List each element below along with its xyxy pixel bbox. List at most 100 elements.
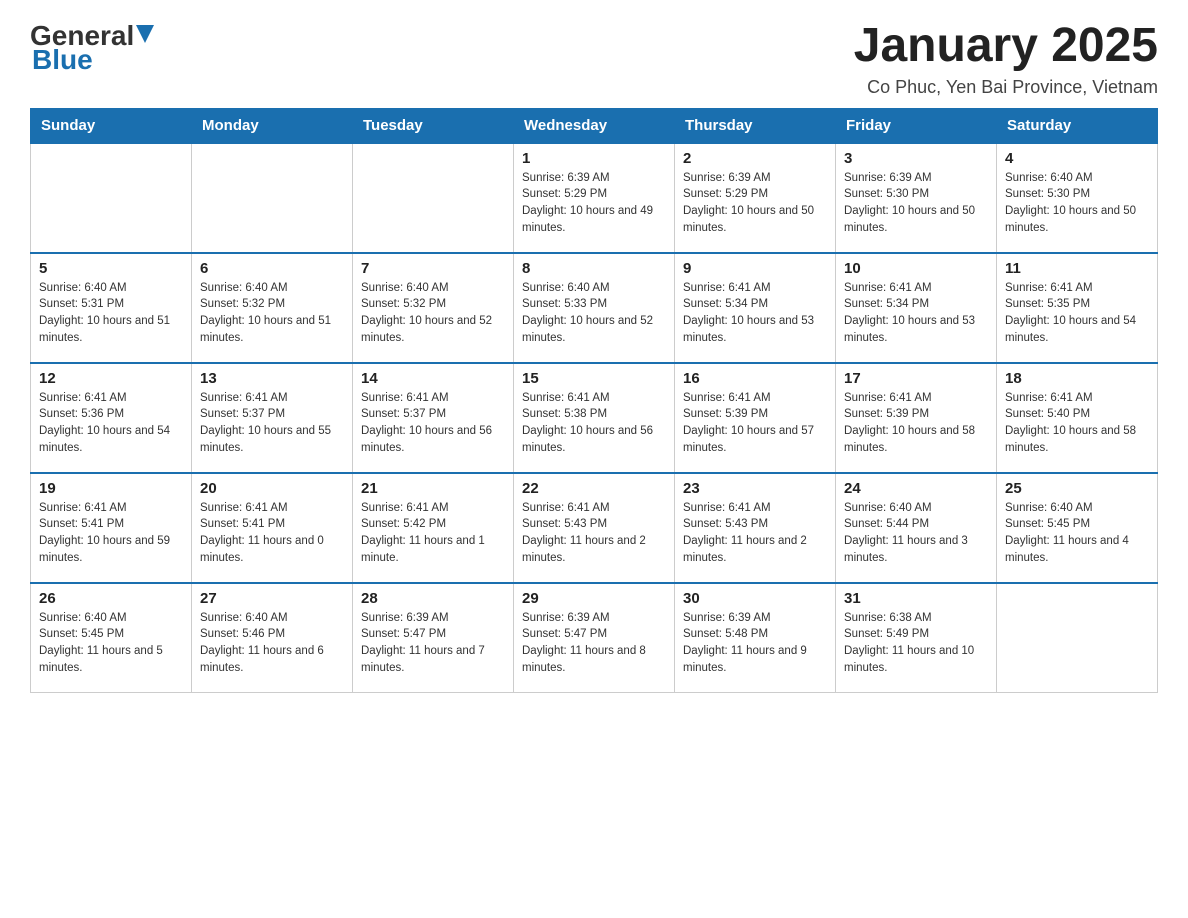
logo-triangle-icon [136,25,154,47]
calendar-cell: 11 Sunrise: 6:41 AM Sunset: 5:35 PM Dayli… [997,253,1158,363]
calendar-cell [31,143,192,253]
day-number: 18 [1005,370,1149,387]
calendar-cell: 6 Sunrise: 6:40 AM Sunset: 5:32 PM Daylig… [192,253,353,363]
day-info: Sunrise: 6:40 AM Sunset: 5:45 PM Dayligh… [1005,500,1149,567]
day-number: 21 [361,480,505,497]
day-info: Sunrise: 6:39 AM Sunset: 5:47 PM Dayligh… [522,610,666,677]
day-number: 13 [200,370,344,387]
day-number: 20 [200,480,344,497]
day-number: 6 [200,260,344,277]
day-info: Sunrise: 6:40 AM Sunset: 5:46 PM Dayligh… [200,610,344,677]
day-number: 11 [1005,260,1149,277]
day-number: 16 [683,370,827,387]
day-info: Sunrise: 6:41 AM Sunset: 5:34 PM Dayligh… [844,280,988,347]
day-number: 12 [39,370,183,387]
day-number: 27 [200,590,344,607]
day-number: 2 [683,150,827,167]
calendar-day-header: Tuesday [353,108,514,143]
calendar-cell: 16 Sunrise: 6:41 AM Sunset: 5:39 PM Dayli… [675,363,836,473]
day-number: 1 [522,150,666,167]
day-info: Sunrise: 6:39 AM Sunset: 5:29 PM Dayligh… [683,170,827,237]
calendar-cell: 18 Sunrise: 6:41 AM Sunset: 5:40 PM Dayli… [997,363,1158,473]
day-info: Sunrise: 6:39 AM Sunset: 5:30 PM Dayligh… [844,170,988,237]
day-info: Sunrise: 6:40 AM Sunset: 5:31 PM Dayligh… [39,280,183,347]
day-info: Sunrise: 6:41 AM Sunset: 5:43 PM Dayligh… [522,500,666,567]
day-info: Sunrise: 6:41 AM Sunset: 5:37 PM Dayligh… [200,390,344,457]
day-info: Sunrise: 6:41 AM Sunset: 5:34 PM Dayligh… [683,280,827,347]
calendar-cell: 20 Sunrise: 6:41 AM Sunset: 5:41 PM Dayli… [192,473,353,583]
day-info: Sunrise: 6:40 AM Sunset: 5:44 PM Dayligh… [844,500,988,567]
page-header: General Blue January 2025 Co Phuc, Yen B… [30,20,1158,98]
calendar-cell: 10 Sunrise: 6:41 AM Sunset: 5:34 PM Dayli… [836,253,997,363]
calendar-week-row: 26 Sunrise: 6:40 AM Sunset: 5:45 PM Dayli… [31,583,1158,693]
day-number: 15 [522,370,666,387]
month-title: January 2025 [854,20,1158,73]
location-text: Co Phuc, Yen Bai Province, Vietnam [854,77,1158,98]
day-info: Sunrise: 6:41 AM Sunset: 5:37 PM Dayligh… [361,390,505,457]
calendar-cell: 28 Sunrise: 6:39 AM Sunset: 5:47 PM Dayli… [353,583,514,693]
calendar-week-row: 12 Sunrise: 6:41 AM Sunset: 5:36 PM Dayli… [31,363,1158,473]
calendar-cell: 13 Sunrise: 6:41 AM Sunset: 5:37 PM Dayli… [192,363,353,473]
day-info: Sunrise: 6:41 AM Sunset: 5:42 PM Dayligh… [361,500,505,567]
day-number: 25 [1005,480,1149,497]
day-info: Sunrise: 6:40 AM Sunset: 5:45 PM Dayligh… [39,610,183,677]
day-info: Sunrise: 6:40 AM Sunset: 5:30 PM Dayligh… [1005,170,1149,237]
calendar-day-header: Friday [836,108,997,143]
calendar-cell: 1 Sunrise: 6:39 AM Sunset: 5:29 PM Daylig… [514,143,675,253]
day-number: 31 [844,590,988,607]
calendar-cell [192,143,353,253]
calendar-day-header: Sunday [31,108,192,143]
day-number: 22 [522,480,666,497]
calendar-cell: 8Sunrise: 6:40 AM Sunset: 5:33 PM Daylig… [514,253,675,363]
calendar-cell: 21 Sunrise: 6:41 AM Sunset: 5:42 PM Dayli… [353,473,514,583]
day-info: Sunrise: 6:41 AM Sunset: 5:39 PM Dayligh… [683,390,827,457]
day-info: Sunrise: 6:41 AM Sunset: 5:41 PM Dayligh… [200,500,344,567]
title-area: January 2025 Co Phuc, Yen Bai Province, … [854,20,1158,98]
day-info: Sunrise: 6:40 AM Sunset: 5:33 PM Dayligh… [522,280,666,347]
calendar-cell: 29Sunrise: 6:39 AM Sunset: 5:47 PM Dayli… [514,583,675,693]
calendar-cell: 4 Sunrise: 6:40 AM Sunset: 5:30 PM Daylig… [997,143,1158,253]
day-number: 30 [683,590,827,607]
day-number: 7 [361,260,505,277]
calendar-cell [353,143,514,253]
calendar-cell: 30 Sunrise: 6:39 AM Sunset: 5:48 PM Dayli… [675,583,836,693]
day-info: Sunrise: 6:40 AM Sunset: 5:32 PM Dayligh… [361,280,505,347]
calendar-cell: 27 Sunrise: 6:40 AM Sunset: 5:46 PM Dayli… [192,583,353,693]
calendar-week-row: 1 Sunrise: 6:39 AM Sunset: 5:29 PM Daylig… [31,143,1158,253]
day-number: 23 [683,480,827,497]
day-info: Sunrise: 6:41 AM Sunset: 5:43 PM Dayligh… [683,500,827,567]
calendar-day-header: Thursday [675,108,836,143]
calendar-cell: 26 Sunrise: 6:40 AM Sunset: 5:45 PM Dayli… [31,583,192,693]
calendar-cell: 7 Sunrise: 6:40 AM Sunset: 5:32 PM Daylig… [353,253,514,363]
day-number: 26 [39,590,183,607]
calendar-day-header: Monday [192,108,353,143]
day-number: 14 [361,370,505,387]
calendar-day-header: Saturday [997,108,1158,143]
calendar-week-row: 5 Sunrise: 6:40 AM Sunset: 5:31 PM Daylig… [31,253,1158,363]
calendar-cell: 3 Sunrise: 6:39 AM Sunset: 5:30 PM Daylig… [836,143,997,253]
day-number: 5 [39,260,183,277]
day-info: Sunrise: 6:41 AM Sunset: 5:36 PM Dayligh… [39,390,183,457]
calendar-cell: 25 Sunrise: 6:40 AM Sunset: 5:45 PM Dayli… [997,473,1158,583]
calendar-week-row: 19Sunrise: 6:41 AM Sunset: 5:41 PM Dayli… [31,473,1158,583]
day-number: 10 [844,260,988,277]
calendar-cell: 5 Sunrise: 6:40 AM Sunset: 5:31 PM Daylig… [31,253,192,363]
day-info: Sunrise: 6:41 AM Sunset: 5:40 PM Dayligh… [1005,390,1149,457]
day-info: Sunrise: 6:41 AM Sunset: 5:35 PM Dayligh… [1005,280,1149,347]
calendar-table: SundayMondayTuesdayWednesdayThursdayFrid… [30,108,1158,694]
calendar-day-header: Wednesday [514,108,675,143]
calendar-cell: 17Sunrise: 6:41 AM Sunset: 5:39 PM Dayli… [836,363,997,473]
day-info: Sunrise: 6:40 AM Sunset: 5:32 PM Dayligh… [200,280,344,347]
day-info: Sunrise: 6:39 AM Sunset: 5:29 PM Dayligh… [522,170,666,237]
day-info: Sunrise: 6:39 AM Sunset: 5:48 PM Dayligh… [683,610,827,677]
calendar-cell: 2 Sunrise: 6:39 AM Sunset: 5:29 PM Daylig… [675,143,836,253]
day-number: 9 [683,260,827,277]
day-info: Sunrise: 6:41 AM Sunset: 5:38 PM Dayligh… [522,390,666,457]
calendar-cell: 31Sunrise: 6:38 AM Sunset: 5:49 PM Dayli… [836,583,997,693]
day-number: 28 [361,590,505,607]
day-number: 4 [1005,150,1149,167]
calendar-cell: 22 Sunrise: 6:41 AM Sunset: 5:43 PM Dayli… [514,473,675,583]
day-number: 3 [844,150,988,167]
day-info: Sunrise: 6:39 AM Sunset: 5:47 PM Dayligh… [361,610,505,677]
calendar-cell: 23 Sunrise: 6:41 AM Sunset: 5:43 PM Dayli… [675,473,836,583]
